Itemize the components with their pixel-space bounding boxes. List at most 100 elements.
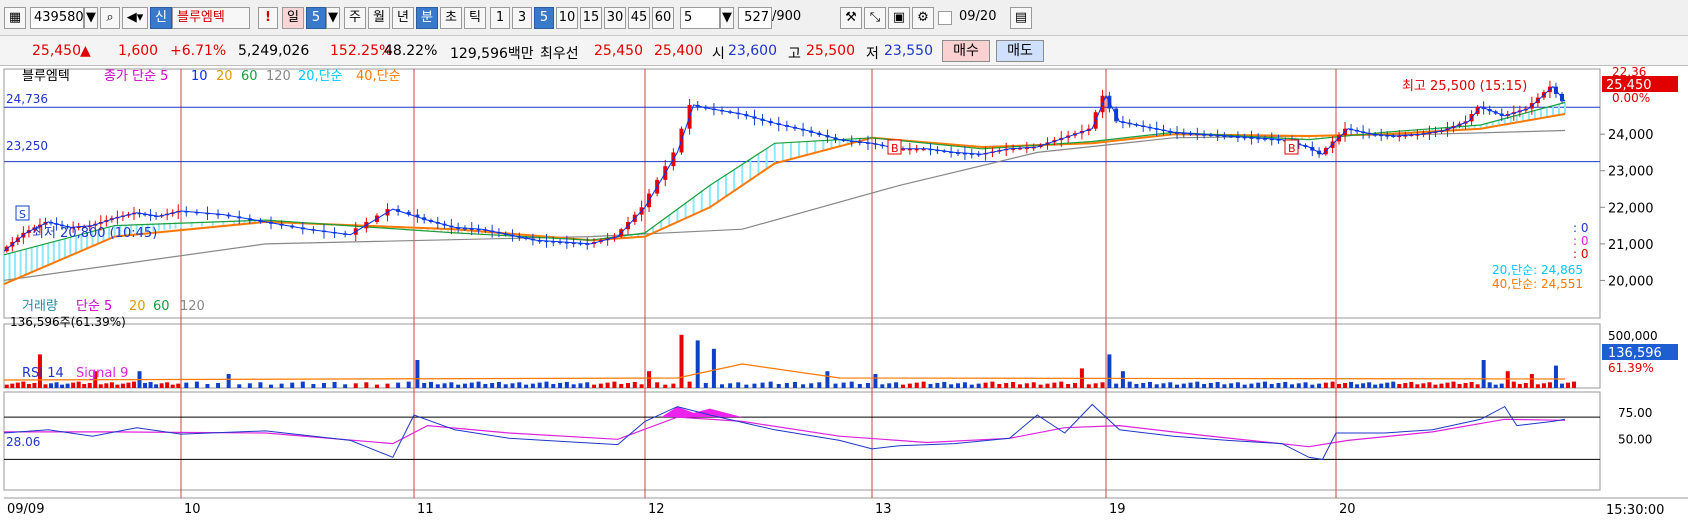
volume-bar — [1242, 384, 1247, 388]
speaker-icon[interactable]: ◀▾ — [122, 7, 148, 29]
volume-bar — [537, 382, 542, 388]
volume-bar — [469, 382, 474, 388]
volume-bar — [679, 334, 684, 388]
volume-bar — [1481, 360, 1486, 388]
search-icon[interactable]: ⌕ — [100, 7, 120, 29]
volume-title: 거래량 — [22, 299, 58, 314]
gear-icon[interactable]: ⚙ — [912, 7, 934, 29]
volume-bar — [456, 384, 461, 388]
volume-bar — [1107, 354, 1112, 388]
volume-bar — [1100, 382, 1105, 388]
period-week-button[interactable]: 주 — [344, 7, 366, 29]
volume-bar — [1093, 383, 1098, 388]
volume-bar — [165, 382, 170, 388]
low-price: 23,550 — [884, 43, 933, 59]
volume-bar — [776, 383, 781, 388]
volume-bar — [428, 381, 433, 388]
period-tick-button[interactable]: 틱 — [464, 7, 486, 29]
volume-bar — [962, 382, 967, 388]
date-checkbox[interactable] — [938, 11, 952, 25]
new-listing-badge: 신 — [150, 7, 172, 29]
period-month-button[interactable]: 월 — [368, 7, 390, 29]
sell-button[interactable]: 매도 — [996, 40, 1044, 62]
volume-bar — [1572, 381, 1577, 388]
volume-bar — [184, 382, 189, 388]
volume-bar — [1337, 383, 1342, 388]
volume-legend-ma120: 120 — [180, 299, 205, 314]
volume-bar — [1229, 383, 1234, 388]
volume-bar — [1355, 384, 1360, 388]
open-label: 시 — [712, 46, 725, 62]
period-minute-button[interactable]: 분 — [416, 7, 438, 29]
volume-bar — [442, 383, 447, 388]
high-annotation: 최고 25,500 (15:15) — [1402, 79, 1527, 94]
stock-code-input[interactable]: 439580 — [30, 7, 84, 29]
volume-bar — [956, 383, 961, 388]
minute-3-button[interactable]: 3 — [512, 7, 532, 29]
draw-tool-icon[interactable]: ⤡ — [864, 7, 886, 29]
calendar-icon[interactable]: ▤ — [1010, 7, 1032, 29]
volume-bar — [578, 383, 583, 388]
volume-bar — [880, 384, 885, 388]
volume-bar — [1499, 383, 1504, 388]
volume-bar — [120, 383, 125, 388]
layout-icon[interactable]: ▦ — [4, 7, 26, 29]
volume-bar — [258, 382, 263, 388]
minute-15-button[interactable]: 15 — [580, 7, 602, 29]
volume-bar — [914, 382, 919, 388]
minute-10-button[interactable]: 10 — [556, 7, 578, 29]
buy-signal-letter: B — [1288, 142, 1296, 155]
minute-30-button[interactable]: 30 — [604, 7, 626, 29]
indicator-icon[interactable]: ⚒ — [840, 7, 862, 29]
period-dropdown-icon[interactable]: ▼ — [326, 7, 340, 29]
day-label: 11 — [417, 502, 434, 517]
volume-bar — [1559, 383, 1564, 388]
minute-1-button[interactable]: 1 — [490, 7, 510, 29]
period-year-button[interactable]: 년 — [392, 7, 414, 29]
price-tick-label: 21,000 — [1608, 238, 1654, 253]
volume-bar — [1547, 382, 1552, 388]
volume-bar — [760, 382, 765, 388]
volume-bar — [237, 384, 242, 388]
save-icon[interactable]: ▣ — [888, 7, 910, 29]
minute-45-button[interactable]: 45 — [628, 7, 650, 29]
date-input[interactable]: 09/20 — [956, 7, 1006, 29]
trade-amount: 129,596백만 — [450, 46, 534, 62]
code-dropdown-icon[interactable]: ▼ — [84, 7, 98, 29]
volume-legend-ma20: 20 — [129, 299, 146, 314]
buy-button[interactable]: 매수 — [942, 40, 990, 62]
volume-bar — [544, 381, 549, 388]
volume-bar — [1517, 383, 1522, 388]
period-day-button[interactable]: 일 — [282, 7, 304, 29]
volume-bar — [1038, 384, 1043, 388]
volume-bar — [1269, 383, 1274, 388]
volume-bar — [65, 383, 70, 388]
count-select[interactable]: 5 — [680, 7, 720, 29]
volume-bar — [1323, 382, 1328, 388]
period-count-field[interactable]: 5 — [306, 7, 326, 29]
volume-bar — [928, 383, 933, 388]
period-second-button[interactable]: 초 — [440, 7, 462, 29]
stock-name-field[interactable]: 블루엠텍 — [172, 7, 250, 29]
minute-60-button[interactable]: 60 — [652, 7, 674, 29]
volume-bar — [873, 374, 878, 388]
legend-sma40: 40,단순 — [356, 69, 401, 84]
price-tick-label: 22,000 — [1608, 201, 1654, 216]
signal-count-1: : 0 — [1573, 221, 1589, 235]
day-label: 20 — [1339, 502, 1356, 517]
volume-bar — [632, 381, 637, 388]
volume-bar — [422, 382, 427, 388]
volume-bar — [849, 381, 854, 388]
minute-5-button[interactable]: 5 — [534, 7, 554, 29]
volume-bar — [736, 382, 741, 388]
bar-count-input[interactable]: 527 — [738, 7, 772, 29]
low-label: 저 — [866, 46, 879, 62]
alert-button[interactable]: ! — [258, 7, 278, 29]
volume-bar — [60, 384, 65, 388]
count-dropdown-icon[interactable]: ▼ — [720, 7, 734, 29]
volume-bar — [1445, 382, 1450, 388]
volume-bar — [170, 384, 175, 388]
stock-chart[interactable]: S B B 블루엠텍 종가 단순 5 10 20 60 120 20,단순 40,단… — [0, 66, 1688, 521]
volume-bar — [1235, 382, 1240, 388]
volume-bar — [833, 383, 838, 388]
